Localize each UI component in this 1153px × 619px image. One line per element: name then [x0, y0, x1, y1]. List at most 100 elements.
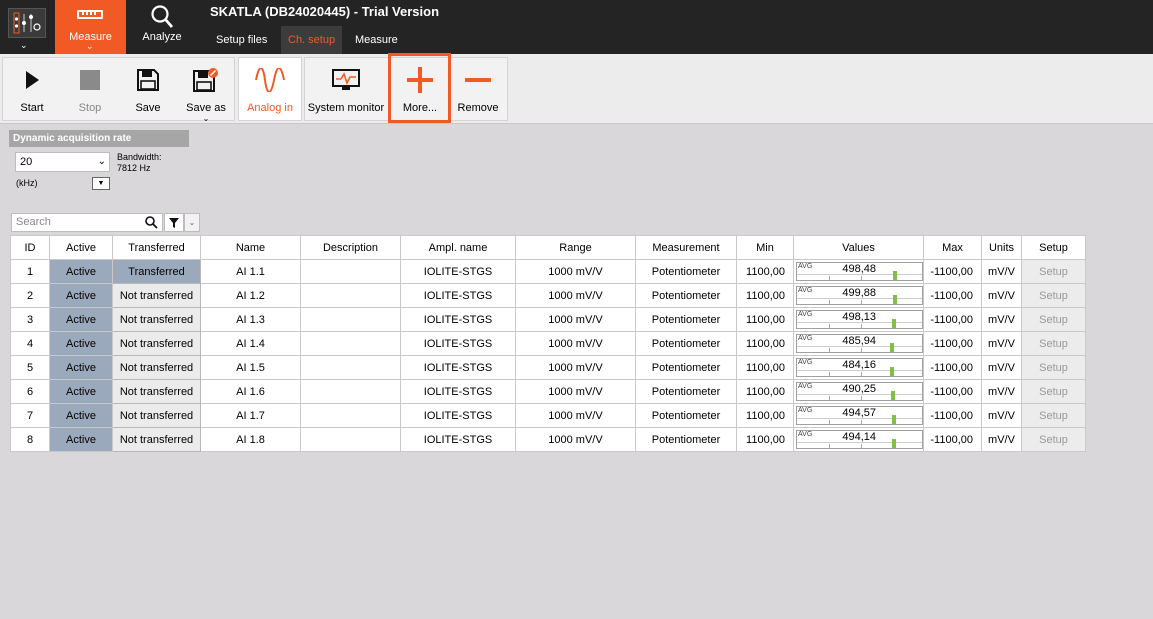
channel-max[interactable]: -1100,00 — [923, 427, 982, 452]
remove-button[interactable]: Remove — [451, 62, 505, 122]
measurement-type[interactable]: Potentiometer — [635, 331, 737, 356]
column-header[interactable]: ID — [10, 235, 50, 260]
measurement-type[interactable]: Potentiometer — [635, 355, 737, 380]
active-toggle[interactable]: Active — [49, 379, 113, 404]
column-header[interactable]: Min — [736, 235, 794, 260]
stop-button[interactable]: Stop — [63, 62, 117, 122]
active-toggle[interactable]: Active — [49, 331, 113, 356]
channel-range[interactable]: 1000 mV/V — [515, 355, 636, 380]
measurement-type[interactable]: Potentiometer — [635, 427, 737, 452]
transferred-toggle[interactable]: Transferred — [112, 259, 201, 284]
column-header[interactable]: Units — [981, 235, 1022, 260]
channel-max[interactable]: -1100,00 — [923, 331, 982, 356]
setup-button[interactable]: Setup — [1021, 283, 1086, 308]
channel-max[interactable]: -1100,00 — [923, 403, 982, 428]
column-header[interactable]: Name — [200, 235, 301, 260]
channel-name[interactable]: AI 1.3 — [200, 307, 301, 332]
measurement-type[interactable]: Potentiometer — [635, 283, 737, 308]
setup-button[interactable]: Setup — [1021, 403, 1086, 428]
mode-measure[interactable]: Measure ⌄ — [55, 0, 126, 54]
start-button[interactable]: Start — [5, 62, 59, 122]
mode-analyze[interactable]: Analyze — [131, 0, 193, 54]
active-toggle[interactable]: Active — [49, 259, 113, 284]
table-row[interactable]: 2 Active Not transferred AI 1.2 IOLITE-STGS 1… — [10, 283, 1086, 308]
channel-description[interactable] — [300, 307, 401, 332]
tab-measure[interactable]: Measure — [348, 26, 405, 54]
channel-min[interactable]: 1100,00 — [736, 307, 794, 332]
channel-name[interactable]: AI 1.6 — [200, 379, 301, 404]
active-toggle[interactable]: Active — [49, 427, 113, 452]
channel-name[interactable]: AI 1.1 — [200, 259, 301, 284]
channel-range[interactable]: 1000 mV/V — [515, 283, 636, 308]
channel-range[interactable]: 1000 mV/V — [515, 307, 636, 332]
channel-min[interactable]: 1100,00 — [736, 355, 794, 380]
setup-button[interactable]: Setup — [1021, 355, 1086, 380]
analog-in-button[interactable]: Analog in — [241, 62, 299, 122]
channel-min[interactable]: 1100,00 — [736, 427, 794, 452]
channel-max[interactable]: -1100,00 — [923, 379, 982, 404]
transferred-toggle[interactable]: Not transferred — [112, 355, 201, 380]
chevron-down-icon[interactable]: ⌄ — [20, 40, 28, 51]
channel-min[interactable]: 1100,00 — [736, 331, 794, 356]
table-row[interactable]: 5 Active Not transferred AI 1.5 IOLITE-STGS 1… — [10, 355, 1086, 380]
table-row[interactable]: 3 Active Not transferred AI 1.3 IOLITE-STGS 1… — [10, 307, 1086, 332]
active-toggle[interactable]: Active — [49, 307, 113, 332]
save-as-button[interactable]: Save as ⌄ — [179, 62, 233, 123]
channel-min[interactable]: 1100,00 — [736, 379, 794, 404]
channel-max[interactable]: -1100,00 — [923, 355, 982, 380]
column-header[interactable]: Range — [515, 235, 636, 260]
filter-dropdown-button[interactable]: ⌄ — [184, 213, 200, 232]
table-row[interactable]: 8 Active Not transferred AI 1.8 IOLITE-STGS 1… — [10, 427, 1086, 452]
channel-description[interactable] — [300, 403, 401, 428]
channel-description[interactable] — [300, 331, 401, 356]
channel-description[interactable] — [300, 427, 401, 452]
transferred-toggle[interactable]: Not transferred — [112, 403, 201, 428]
system-monitor-button[interactable]: System monitor — [307, 62, 385, 122]
search-input[interactable]: Search — [11, 213, 163, 232]
channel-name[interactable]: AI 1.8 — [200, 427, 301, 452]
column-header[interactable]: Values — [793, 235, 924, 260]
filter-button[interactable] — [164, 213, 184, 232]
app-menu-button[interactable] — [8, 8, 46, 38]
column-header[interactable]: Description — [300, 235, 401, 260]
column-header[interactable]: Ampl. name — [400, 235, 516, 260]
channel-name[interactable]: AI 1.2 — [200, 283, 301, 308]
channel-description[interactable] — [300, 283, 401, 308]
channel-name[interactable]: AI 1.7 — [200, 403, 301, 428]
tab-setup-files[interactable]: Setup files — [209, 26, 274, 54]
setup-button[interactable]: Setup — [1021, 307, 1086, 332]
setup-button[interactable]: Setup — [1021, 331, 1086, 356]
setup-button[interactable]: Setup — [1021, 259, 1086, 284]
channel-range[interactable]: 1000 mV/V — [515, 331, 636, 356]
save-button[interactable]: Save — [121, 62, 175, 122]
transferred-toggle[interactable]: Not transferred — [112, 331, 201, 356]
table-row[interactable]: 7 Active Not transferred AI 1.7 IOLITE-STGS 1… — [10, 403, 1086, 428]
channel-name[interactable]: AI 1.5 — [200, 355, 301, 380]
column-header[interactable]: Transferred — [112, 235, 201, 260]
active-toggle[interactable]: Active — [49, 403, 113, 428]
channel-min[interactable]: 1100,00 — [736, 283, 794, 308]
column-header[interactable]: Active — [49, 235, 113, 260]
channel-max[interactable]: -1100,00 — [923, 283, 982, 308]
measurement-type[interactable]: Potentiometer — [635, 403, 737, 428]
active-toggle[interactable]: Active — [49, 283, 113, 308]
channel-max[interactable]: -1100,00 — [923, 307, 982, 332]
acquisition-rate-select[interactable]: 20 ⌄ — [15, 152, 110, 172]
column-header[interactable]: Setup — [1021, 235, 1086, 260]
column-header[interactable]: Max — [923, 235, 982, 260]
channel-min[interactable]: 1100,00 — [736, 259, 794, 284]
setup-button[interactable]: Setup — [1021, 379, 1086, 404]
tab-ch-setup[interactable]: Ch. setup — [281, 26, 343, 54]
channel-min[interactable]: 1100,00 — [736, 403, 794, 428]
channel-range[interactable]: 1000 mV/V — [515, 379, 636, 404]
measurement-type[interactable]: Potentiometer — [635, 307, 737, 332]
transferred-toggle[interactable]: Not transferred — [112, 283, 201, 308]
measurement-type[interactable]: Potentiometer — [635, 379, 737, 404]
measurement-type[interactable]: Potentiometer — [635, 259, 737, 284]
channel-name[interactable]: AI 1.4 — [200, 331, 301, 356]
channel-range[interactable]: 1000 mV/V — [515, 259, 636, 284]
table-row[interactable]: 6 Active Not transferred AI 1.6 IOLITE-STGS 1… — [10, 379, 1086, 404]
channel-description[interactable] — [300, 379, 401, 404]
transferred-toggle[interactable]: Not transferred — [112, 379, 201, 404]
active-toggle[interactable]: Active — [49, 355, 113, 380]
